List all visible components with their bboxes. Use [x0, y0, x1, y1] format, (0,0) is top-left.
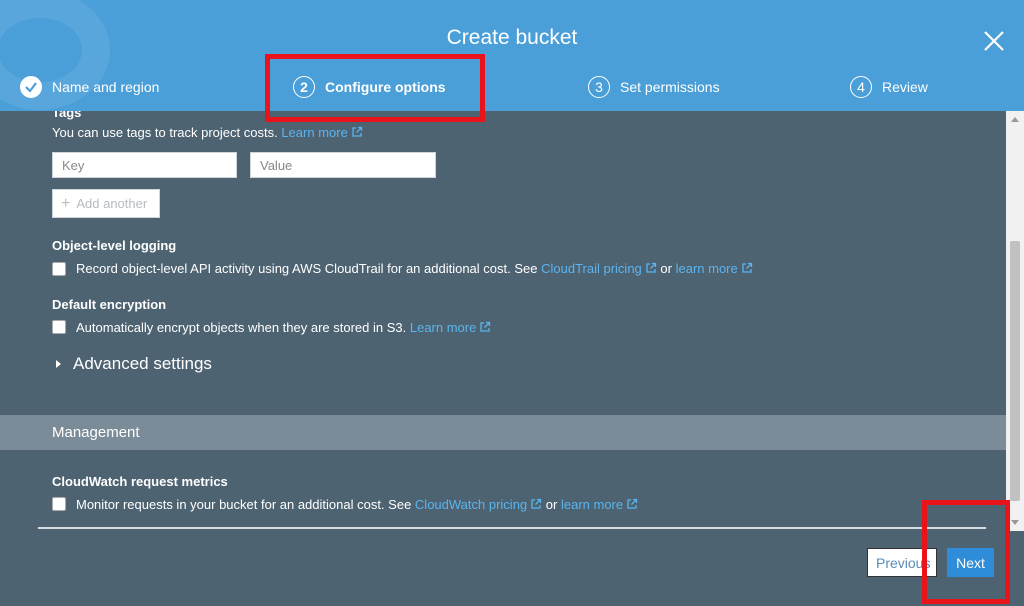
step-set-permissions[interactable]: 3 Set permissions: [588, 74, 720, 100]
modal-header: Create bucket Name and region 2 Configur…: [0, 0, 1024, 111]
step-label: Configure options: [325, 79, 446, 95]
cloudwatch-pricing-link[interactable]: CloudWatch pricing: [415, 497, 542, 512]
external-link-icon: [646, 262, 656, 273]
step-name-and-region[interactable]: Name and region: [20, 74, 159, 100]
cloudwatch-text: Monitor requests in your bucket for an a…: [76, 497, 638, 512]
scrollbar[interactable]: [1006, 111, 1024, 531]
scroll-down-arrow-icon[interactable]: [1011, 520, 1019, 525]
encryption-checkbox[interactable]: [52, 320, 66, 334]
external-link-icon: [480, 321, 491, 332]
tags-learn-more-link[interactable]: Learn more: [281, 125, 362, 140]
encryption-learn-more-link[interactable]: Learn more: [410, 320, 491, 335]
modal-body: Tags You can use tags to track project c…: [0, 111, 1006, 531]
scrollbar-thumb[interactable]: [1010, 241, 1020, 501]
encryption-text: Automatically encrypt objects when they …: [76, 320, 491, 335]
logging-learn-more-link[interactable]: learn more: [676, 261, 753, 276]
cloudwatch-heading: CloudWatch request metrics: [52, 474, 228, 489]
close-button[interactable]: [980, 27, 1008, 55]
advanced-settings-toggle[interactable]: Advanced settings: [56, 354, 212, 374]
step-number: 4: [850, 76, 872, 98]
scroll-up-arrow-icon[interactable]: [1011, 117, 1019, 122]
caret-right-icon: [56, 360, 61, 368]
modal-title: Create bucket: [446, 26, 578, 49]
external-link-icon: [352, 126, 362, 137]
logging-text: Record object-level API activity using A…: [76, 261, 753, 276]
tag-value-input[interactable]: [250, 152, 436, 178]
next-button[interactable]: Next: [947, 548, 994, 577]
tags-description: You can use tags to track project costs.…: [52, 125, 363, 140]
tag-key-input[interactable]: [52, 152, 237, 178]
add-another-button[interactable]: + Add another: [52, 189, 160, 218]
plus-icon: +: [61, 194, 71, 212]
management-section-header: Management: [0, 415, 1006, 450]
logging-heading: Object-level logging: [52, 238, 177, 253]
step-number: 3: [588, 76, 610, 98]
step-configure-options[interactable]: 2 Configure options: [293, 74, 446, 100]
step-label: Review: [882, 79, 928, 95]
external-link-icon: [742, 262, 752, 273]
encryption-heading: Default encryption: [52, 297, 167, 312]
step-number: 2: [293, 76, 315, 98]
logging-checkbox[interactable]: [52, 262, 66, 276]
cloudwatch-learn-more-link[interactable]: learn more: [561, 497, 638, 512]
external-link-icon: [627, 498, 638, 509]
step-label: Name and region: [52, 79, 160, 95]
step-label: Set permissions: [620, 79, 720, 95]
cloudwatch-checkbox[interactable]: [52, 497, 66, 511]
step-review[interactable]: 4 Review: [850, 74, 928, 100]
cloudtrail-pricing-link[interactable]: CloudTrail pricing: [541, 261, 657, 276]
previous-button[interactable]: Previous: [867, 548, 937, 577]
footer-divider: [38, 527, 986, 529]
external-link-icon: [531, 498, 542, 509]
check-icon: [20, 76, 42, 98]
tags-heading: Tags: [52, 111, 82, 120]
close-icon: [984, 31, 1004, 51]
